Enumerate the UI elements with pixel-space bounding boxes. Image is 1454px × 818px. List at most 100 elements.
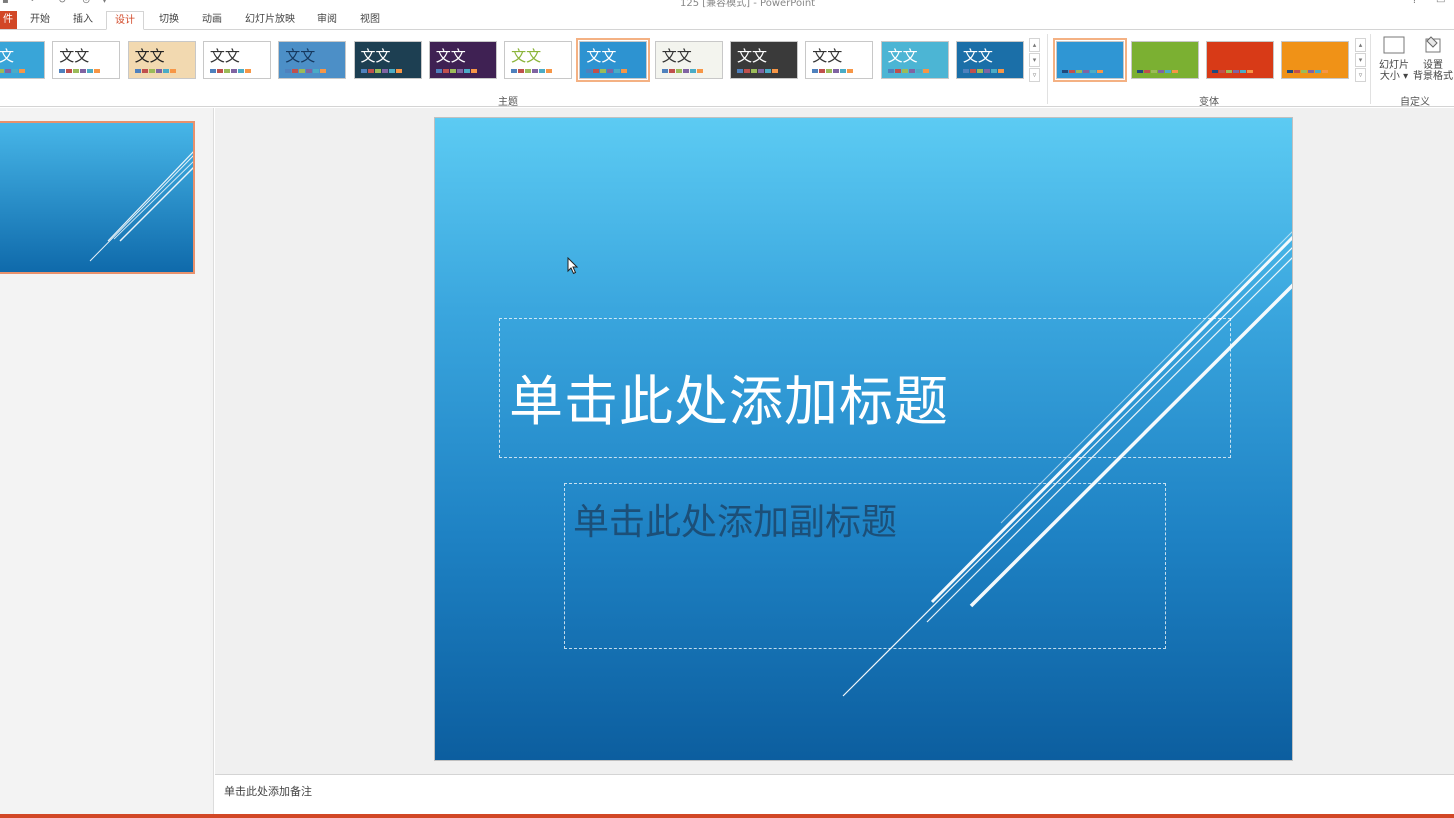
theme-thumbnail[interactable]: 文文 — [0, 41, 45, 79]
group-separator — [1370, 34, 1371, 104]
gallery-scroll-up-icon[interactable]: ▴ — [1029, 38, 1040, 52]
tab-animations[interactable]: 动画 — [194, 11, 230, 30]
customize-qat-icon[interactable]: ▾ — [102, 0, 107, 6]
theme-color-swatches — [887, 69, 929, 73]
theme-thumbnail[interactable]: 文文 — [52, 41, 121, 79]
variant-red-thumbnail[interactable] — [1206, 41, 1274, 79]
tab-insert[interactable]: 插入 — [65, 11, 101, 30]
theme-sample-text: 文文 — [812, 47, 843, 65]
slide-size-button[interactable]: 幻灯片 大小 ▾ — [1376, 35, 1412, 82]
theme-thumbnail[interactable]: 文文 — [576, 38, 651, 82]
theme-color-swatches — [0, 69, 25, 73]
customize-group-label: 自定义 — [1400, 97, 1430, 108]
format-background-icon — [1425, 36, 1441, 53]
theme-thumbnail[interactable]: 文文 — [955, 41, 1024, 79]
variant-green-thumbnail[interactable] — [1131, 41, 1199, 79]
variant-blue-thumbnail[interactable] — [1053, 38, 1127, 82]
variant-color-swatches — [1212, 70, 1253, 73]
variant-color-swatches — [1137, 70, 1178, 73]
format-background-label-2: 背景格式 — [1413, 71, 1453, 82]
theme-thumbnail[interactable]: 文文 — [127, 41, 196, 79]
theme-color-swatches — [737, 69, 778, 73]
tab-transitions[interactable]: 切换 — [151, 11, 187, 30]
mouse-cursor-icon — [567, 257, 579, 275]
tab-view[interactable]: 视图 — [352, 11, 388, 30]
theme-color-swatches — [209, 69, 251, 73]
theme-sample-text: 文文 — [360, 47, 391, 65]
gallery-more-icon[interactable]: ▿ — [1029, 68, 1040, 82]
theme-color-swatches — [285, 69, 327, 73]
subtitle-placeholder-text: 单击此处添加副标题 — [573, 502, 898, 543]
title-placeholder-text: 单击此处添加标题 — [509, 370, 949, 433]
slide-size-label-2: 大小 ▾ — [1379, 71, 1409, 82]
format-background-label: 设置 — [1423, 60, 1443, 71]
theme-sample-text: 文文 — [59, 47, 90, 65]
restore-icon[interactable]: ▭ — [1436, 0, 1445, 6]
save-icon[interactable]: ▪ — [2, 0, 9, 6]
window-title: 125 [兼容模式] - PowerPoint — [680, 0, 816, 8]
theme-sample-text: 文文 — [962, 47, 993, 65]
theme-sample-text: 文文 — [0, 47, 15, 65]
variant-color-swatches — [1287, 70, 1328, 73]
title-placeholder[interactable]: 单击此处添加标题 — [499, 318, 1231, 458]
theme-color-swatches — [435, 69, 477, 73]
theme-sample-text: 文文 — [661, 47, 692, 65]
start-from-beginning-icon[interactable]: ⊙ — [82, 0, 90, 6]
theme-sample-text: 文文 — [737, 47, 768, 65]
status-bar — [0, 814, 1454, 818]
theme-color-swatches — [511, 69, 553, 73]
slide-thumbnail-1[interactable] — [0, 121, 195, 274]
help-icon[interactable]: ? — [1412, 0, 1417, 6]
themes-group-label: 主题 — [498, 97, 518, 108]
theme-color-swatches — [360, 69, 402, 73]
format-background-button[interactable]: 设置 背景格式 — [1412, 35, 1454, 82]
notes-pane[interactable]: 单击此处添加备注 — [215, 774, 1454, 814]
slide-thumbnails-pane — [0, 108, 214, 814]
variants-scroll-down-icon[interactable]: ▾ — [1355, 53, 1366, 67]
theme-thumbnail[interactable]: 文文 — [805, 41, 874, 79]
slide-canvas[interactable]: 单击此处添加标题 单击此处添加副标题 — [434, 117, 1293, 761]
slide-size-icon — [1383, 36, 1405, 54]
theme-color-swatches — [586, 69, 628, 73]
slide-size-label: 幻灯片 — [1379, 60, 1409, 71]
subtitle-placeholder[interactable]: 单击此处添加副标题 — [564, 483, 1166, 649]
tab-home[interactable]: 开始 — [22, 11, 58, 30]
variant-orange-thumbnail[interactable] — [1281, 41, 1349, 79]
variant-color-swatches — [1062, 70, 1103, 73]
ribbon-tabs: 件 开始 插入 设计 切换 动画 幻灯片放映 审阅 视图 — [0, 8, 1454, 30]
theme-sample-text: 文文 — [511, 47, 542, 65]
variants-group-label: 变体 — [1199, 97, 1219, 108]
theme-thumbnail[interactable]: 文文 — [202, 41, 271, 79]
tab-file[interactable]: 件 — [0, 11, 17, 30]
group-separator — [1047, 34, 1048, 104]
theme-color-swatches — [812, 69, 854, 73]
theme-color-swatches — [134, 69, 176, 73]
theme-sample-text: 文文 — [435, 47, 466, 65]
theme-thumbnail[interactable]: 文文 — [278, 41, 347, 79]
theme-thumbnail[interactable]: 文文 — [428, 41, 497, 79]
theme-sample-text: 文文 — [285, 47, 316, 65]
theme-sample-text: 文文 — [586, 47, 617, 65]
theme-thumbnail[interactable]: 文文 — [880, 41, 949, 79]
theme-thumbnail[interactable]: 文文 — [504, 41, 573, 79]
tab-design[interactable]: 设计 — [106, 11, 144, 30]
theme-thumbnail[interactable]: 文文 — [353, 41, 422, 79]
theme-color-swatches — [59, 69, 101, 73]
undo-icon[interactable]: ↶ — [30, 0, 38, 6]
variants-scroll-up-icon[interactable]: ▴ — [1355, 38, 1366, 52]
tab-review[interactable]: 审阅 — [309, 11, 345, 30]
theme-sample-text: 文文 — [887, 47, 918, 65]
ribbon-design: 文文文文文文文文文文文文文文文文文文文文文文文文文文文文 ▴ ▾ ▿ 主题 ▴ … — [0, 29, 1454, 108]
theme-thumbnail[interactable]: 文文 — [654, 41, 723, 79]
gallery-scroll-down-icon[interactable]: ▾ — [1029, 53, 1040, 67]
theme-color-swatches — [962, 69, 1004, 73]
thumbnail-decorative-lines — [89, 151, 193, 262]
variants-more-icon[interactable]: ▿ — [1355, 68, 1366, 82]
title-bar: ▪ ↶ ↻ ⊙ ▾ 125 [兼容模式] - PowerPoint ? ▭ — [0, 0, 1454, 8]
theme-sample-text: 文文 — [209, 47, 240, 65]
notes-placeholder: 单击此处添加备注 — [224, 785, 312, 798]
tab-slideshow[interactable]: 幻灯片放映 — [237, 11, 303, 30]
theme-color-swatches — [661, 69, 703, 73]
theme-thumbnail[interactable]: 文文 — [730, 41, 798, 79]
redo-icon[interactable]: ↻ — [58, 0, 66, 6]
